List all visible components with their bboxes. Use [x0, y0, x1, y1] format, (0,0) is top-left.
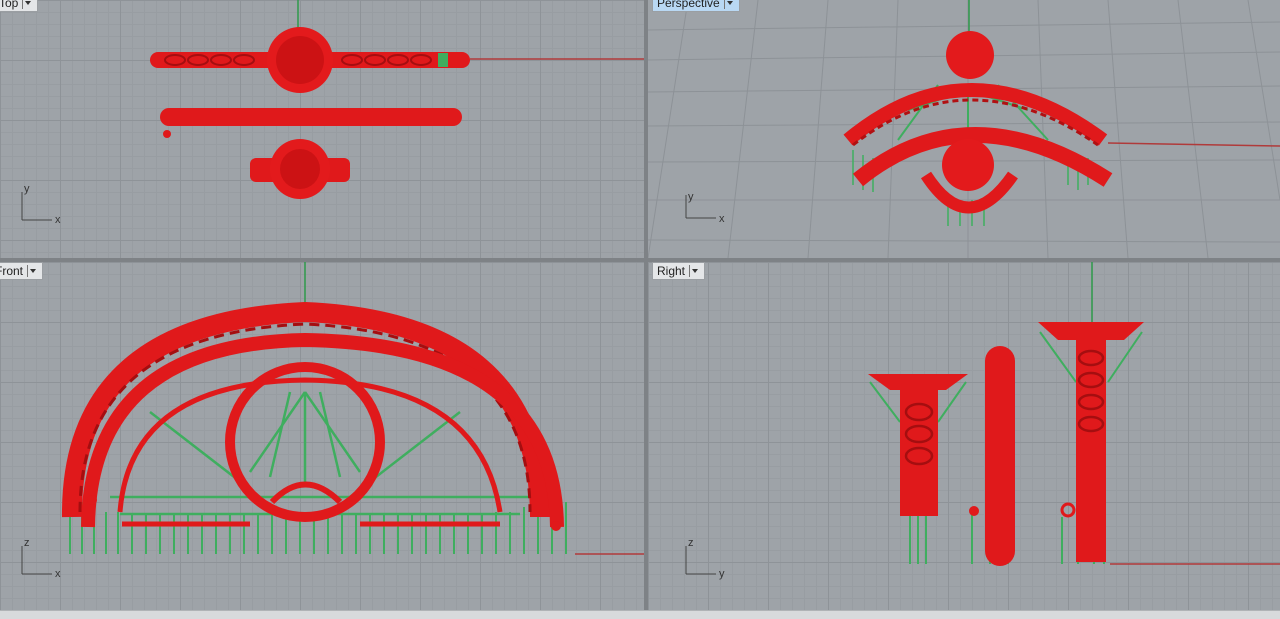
ring-inner-arc [269, 481, 343, 505]
axis-gizmo-top: x y [21, 183, 61, 226]
axis-v-label: z [688, 537, 694, 549]
bangle-side-right [985, 346, 1015, 566]
viewport-tab-right[interactable]: Right [652, 262, 706, 280]
axis-h-label: y [719, 568, 725, 580]
right-viewport[interactable]: Right y z [648, 262, 1280, 610]
bangle-nub-front [87, 495, 97, 505]
axis-h-label: x [55, 214, 61, 226]
viewport-tab-label: Front [0, 264, 24, 278]
viewport-tab-perspective[interactable]: Perspective [652, 0, 740, 12]
dropdown-arrow-icon[interactable] [723, 0, 735, 9]
axis-gizmo-right: y z [685, 537, 725, 580]
x-axis-line [1107, 142, 1280, 147]
top-viewport[interactable]: Top x y [0, 0, 644, 258]
axis-gizmo-front: x z [21, 537, 61, 580]
viewport-tab-label: Right [657, 264, 686, 278]
top-view-drawing: x y [21, 0, 644, 226]
front-view-drawing: x z [21, 262, 644, 580]
flower-charm-persp [946, 31, 994, 79]
viewport-tab-label: Perspective [657, 0, 720, 10]
support-pins-front [69, 502, 567, 554]
bangle-nub [163, 130, 171, 138]
clasp-right [1060, 502, 1076, 518]
viewport-tab-top[interactable]: Top [0, 0, 39, 12]
ring-flower-persp [942, 139, 994, 191]
axis-v-label: y [24, 183, 30, 195]
ring-top-right [868, 374, 968, 390]
dropdown-arrow-icon[interactable] [22, 0, 33, 9]
axis-v-label: z [24, 537, 30, 549]
viewport-tab-front[interactable]: Front [0, 262, 44, 280]
axis-h-label: x [55, 568, 61, 580]
ring-flower-center [280, 149, 320, 189]
axis-h-label: x [719, 213, 725, 225]
right-view-drawing: y z [685, 262, 1280, 580]
clasp-front [551, 521, 561, 531]
axis-gizmo-persp: x y [685, 191, 725, 225]
viewport-grid: Top x y Perspective x y ront x z Right y… [0, 0, 1280, 619]
bangle-nub-right [969, 506, 979, 516]
viewport-tab-label: Top [0, 0, 19, 10]
bangle-top [160, 108, 462, 126]
perspective-drawing: x y [648, 0, 1280, 258]
perspective-viewport[interactable]: Perspective x y [648, 0, 1280, 258]
dropdown-arrow-icon[interactable] [27, 265, 38, 277]
flower-center-top [276, 36, 324, 84]
front-viewport[interactable]: Front [0, 262, 644, 610]
bracelet-top-right [1038, 322, 1144, 340]
axis-v-label: y [688, 191, 694, 203]
clasp-support [438, 53, 448, 67]
dropdown-arrow-icon[interactable] [689, 265, 700, 277]
